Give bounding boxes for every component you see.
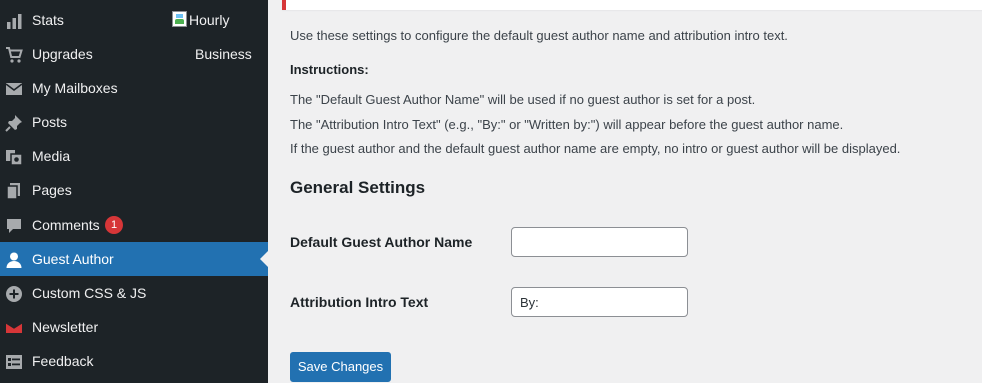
default-author-label: Default Guest Author Name (290, 234, 473, 250)
save-changes-button[interactable]: Save Changes (290, 352, 391, 382)
instruction-line: If the guest author and the default gues… (290, 141, 901, 156)
sidebar-item-label: Stats (32, 12, 64, 28)
instructions-heading: Instructions: (290, 62, 369, 77)
comments-count-badge: 1 (105, 216, 123, 234)
instruction-line: The "Default Guest Author Name" will be … (290, 92, 756, 107)
sidebar-item-custom-css-js[interactable]: Custom CSS & JS (0, 276, 268, 310)
business-label: Business (195, 46, 252, 62)
feedback-icon (4, 352, 24, 372)
sidebar-item-pages[interactable]: Pages (0, 173, 268, 207)
instruction-line: The "Attribution Intro Text" (e.g., "By:… (290, 117, 844, 132)
sidebar-item-label: Guest Author (32, 251, 114, 267)
default-author-input[interactable] (511, 227, 688, 257)
sidebar-item-label: Upgrades (32, 46, 93, 62)
sidebar-item-label: Comments (32, 217, 100, 233)
stats-icon (4, 11, 24, 31)
sidebar-item-label: Posts (32, 114, 68, 130)
sidebar-item-label: Custom CSS & JS (32, 285, 147, 301)
sidebar-item-label: Media (32, 148, 71, 164)
pages-icon (4, 181, 24, 201)
sidebar-item-my-mailboxes[interactable]: My Mailboxes (0, 71, 268, 105)
sidebar-item-newsletter[interactable]: Newsletter (0, 310, 268, 344)
sidebar-item-label: Pages (32, 182, 72, 198)
mail-icon (4, 79, 24, 99)
sidebar-item-comments[interactable]: Comments 1 (0, 208, 268, 242)
broken-image-icon (172, 11, 187, 27)
sidebar-item-label: Newsletter (32, 319, 99, 335)
comment-icon (4, 216, 24, 236)
admin-sidebar: Stats Hourly Upgrades Business My Mailbo… (0, 0, 268, 383)
newsletter-icon (4, 318, 24, 338)
sidebar-item-label: My Mailboxes (32, 80, 118, 96)
pushpin-icon (4, 113, 24, 133)
cart-icon (4, 45, 24, 65)
section-title: General Settings (290, 178, 426, 197)
intro-text-label: Attribution Intro Text (290, 294, 429, 310)
intro-text-input[interactable] (511, 287, 688, 317)
sidebar-item-label: Feedback (32, 353, 94, 369)
sidebar-item-guest-author[interactable]: Guest Author (0, 242, 268, 276)
settings-content: Use these settings to configure the defa… (268, 0, 982, 383)
sidebar-item-media[interactable]: Media (0, 139, 268, 173)
sidebar-item-feedback[interactable]: Feedback (0, 344, 268, 378)
hourly-image: Hourly (172, 11, 229, 29)
sidebar-item-posts[interactable]: Posts (0, 105, 268, 139)
user-icon (4, 250, 24, 270)
media-icon (4, 147, 24, 167)
plus-circle-icon (4, 284, 24, 304)
admin-notice (282, 0, 982, 10)
intro-text: Use these settings to configure the defa… (290, 28, 788, 43)
